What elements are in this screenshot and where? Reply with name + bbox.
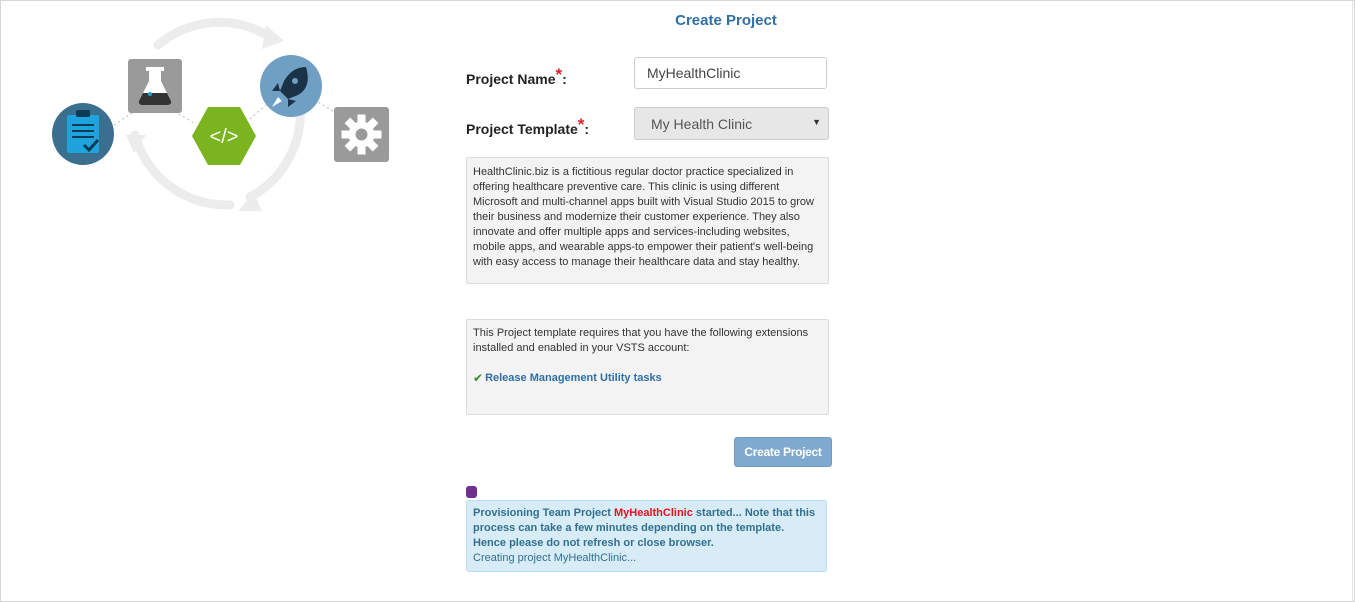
page-title: Create Project (675, 12, 777, 29)
project-name-input[interactable] (634, 57, 827, 89)
template-description: HealthClinic.biz is a fictitious regular… (466, 157, 829, 284)
project-template-label: Project Template*: (466, 115, 590, 137)
svg-text:</>: </> (210, 126, 239, 148)
code-icon: </> (192, 107, 256, 165)
project-template-select[interactable]: My Health Clinic ▼ (634, 107, 829, 140)
progress-indicator (466, 486, 477, 498)
selected-template: My Health Clinic (651, 116, 753, 132)
check-icon: ✔ (473, 371, 484, 385)
required-marker: * (577, 115, 585, 134)
status-prefix: Provisioning Team Project (473, 507, 614, 519)
extensions-panel: This Project template requires that you … (466, 319, 829, 415)
rocket-icon (260, 55, 322, 117)
clipboard-icon (52, 103, 114, 165)
required-marker: * (555, 65, 563, 84)
flask-icon (128, 59, 182, 113)
devops-cycle-illustration: </> (40, 15, 410, 220)
extension-link-release-management[interactable]: Release Management Utility tasks (485, 371, 662, 386)
status-progress-text: Creating project MyHealthClinic... (473, 552, 637, 564)
dropdown-arrow-icon: ▼ (812, 117, 821, 127)
gear-icon (334, 107, 389, 162)
create-project-button[interactable]: Create Project (734, 437, 832, 467)
project-name-label: Project Name*: (466, 65, 567, 87)
status-alert: Provisioning Team Project MyHealthClinic… (466, 500, 827, 572)
status-project-name: MyHealthClinic (614, 507, 693, 519)
vertical-scrollbar[interactable] (1352, 1, 1353, 601)
extension-item: ✔ Release Management Utility tasks (473, 371, 822, 386)
extensions-intro: This Project template requires that you … (473, 327, 809, 354)
